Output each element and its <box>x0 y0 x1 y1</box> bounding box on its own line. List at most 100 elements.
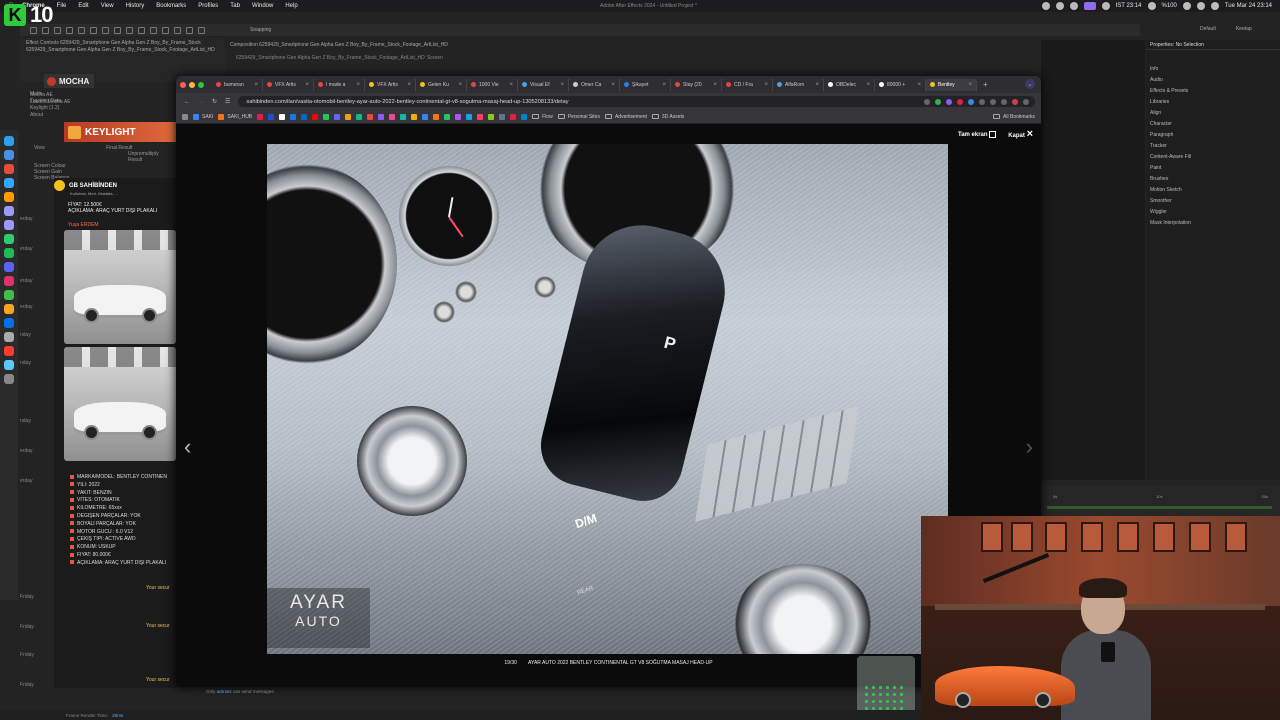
bentley-interior-photo[interactable]: P D/M REAR AYAR AUTO <box>267 144 948 654</box>
browser-tab[interactable]: CD / Fra × <box>722 78 773 91</box>
bookmark-favicon-icon[interactable] <box>290 113 297 120</box>
close-tab-icon[interactable]: × <box>305 82 309 88</box>
bookmark-favicon-icon[interactable] <box>378 113 385 120</box>
profile-avatar[interactable] <box>1012 98 1018 105</box>
panel-effects-presets[interactable]: Effects & Presets <box>1146 86 1280 97</box>
browser-tab[interactable]: Bentley × <box>926 78 977 91</box>
browser-tab[interactable]: 80000 + × <box>875 78 926 91</box>
snapping-toggle[interactable]: Snapping <box>250 27 271 33</box>
search-icon[interactable] <box>1196 2 1205 10</box>
menu-bookmarks[interactable]: Bookmarks <box>150 3 192 9</box>
bookmark-favicon-icon[interactable] <box>345 113 352 120</box>
bookmark-favicon-icon[interactable] <box>312 113 319 120</box>
timeline-ruler[interactable]: 0s 10s 20s <box>1041 486 1280 516</box>
roto-tool-icon[interactable] <box>186 26 193 34</box>
next-photo-arrow-icon[interactable]: › <box>1026 434 1033 460</box>
bookmark-favicon-icon[interactable] <box>499 113 506 120</box>
extension-icon[interactable] <box>946 98 952 105</box>
bookmark-favicon-icon[interactable] <box>466 113 473 120</box>
puzzle-icon[interactable] <box>979 98 985 105</box>
close-tab-icon[interactable]: × <box>917 82 921 88</box>
trash-icon[interactable] <box>4 374 14 384</box>
extension-icon[interactable] <box>957 98 963 105</box>
panel-tracker[interactable]: Tracker <box>1146 141 1280 152</box>
screen-share-icon[interactable] <box>1083 2 1096 10</box>
close-tab-icon[interactable]: × <box>968 82 972 88</box>
extension-icon[interactable] <box>968 98 974 105</box>
panel-paragraph[interactable]: Paragraph <box>1146 130 1280 141</box>
browser-tab[interactable]: AlfaRom × <box>773 78 824 91</box>
close-tab-icon[interactable]: × <box>764 82 768 88</box>
puppet-tool-icon[interactable] <box>198 26 205 34</box>
close-tab-icon[interactable]: × <box>407 82 411 88</box>
chrome-icon[interactable] <box>4 164 14 174</box>
wifi-icon[interactable] <box>1182 2 1191 10</box>
panel-wiggler[interactable]: Wiggler <box>1146 207 1280 218</box>
panel-info[interactable]: Info <box>1146 64 1280 75</box>
panel-paint[interactable]: Paint <box>1146 163 1280 174</box>
bookmark-folder-personal-sites[interactable]: Personal Sites <box>557 114 600 120</box>
car-photo-thumbnail[interactable] <box>64 230 176 344</box>
bookmark-favicon-icon[interactable] <box>510 113 517 120</box>
work-area-bar[interactable] <box>1047 506 1272 509</box>
all-bookmarks[interactable]: All Bookmarks <box>993 114 1035 120</box>
close-tab-icon[interactable]: × <box>509 82 513 88</box>
close-tab-icon[interactable]: × <box>254 82 258 88</box>
sidepanel-icon[interactable] <box>1001 98 1007 105</box>
fx-row-keylight[interactable]: Keylight (1.2) <box>30 105 180 112</box>
appstore-icon[interactable] <box>4 318 14 328</box>
close-tab-icon[interactable]: × <box>866 82 870 88</box>
screen-tab[interactable]: Screen <box>427 55 443 61</box>
bookmark-favicon-icon[interactable] <box>433 113 440 120</box>
address-bar[interactable]: sahibinden.com/ilan/vasita-otomobil-bent… <box>238 96 1035 107</box>
clone-tool-icon[interactable] <box>162 26 169 34</box>
close-tab-icon[interactable]: × <box>815 82 819 88</box>
new-tab-icon[interactable]: + <box>983 80 988 89</box>
menu-file[interactable]: File <box>51 3 73 9</box>
bookmark-favicon-icon[interactable] <box>334 113 341 120</box>
fx-row-about[interactable]: About <box>30 112 180 119</box>
minimize-window-icon[interactable] <box>189 81 195 88</box>
bookmark-favicon-icon[interactable] <box>367 113 374 120</box>
menu-edit[interactable]: Edit <box>72 3 94 9</box>
menu-date-time[interactable]: Tue Mar 24 23:14 <box>1225 3 1272 9</box>
bookmark-saki-hub[interactable]: SAKI_HUB <box>218 113 252 120</box>
mask-tool-icon[interactable] <box>114 26 121 34</box>
settings-icon[interactable] <box>4 332 14 342</box>
menu-help[interactable]: Help <box>279 3 303 9</box>
close-tab-icon[interactable]: × <box>458 82 462 88</box>
premiere-icon[interactable] <box>4 220 14 230</box>
kl-row-unpremultiply[interactable]: Unpremultiply Result <box>34 151 174 163</box>
record-icon[interactable] <box>1041 2 1050 10</box>
browser-tab[interactable]: Omer Ca × <box>569 78 620 91</box>
forward-icon[interactable]: → <box>198 99 204 105</box>
browser-tab[interactable]: bumeran × <box>212 78 263 91</box>
discord-icon[interactable] <box>4 262 14 272</box>
panel-character[interactable]: Character <box>1146 119 1280 130</box>
zoom-tool-icon[interactable] <box>66 26 73 34</box>
tab-search-icon[interactable]: ⌄ <box>1025 79 1035 89</box>
bookmark-saki[interactable]: SAKI <box>193 113 213 120</box>
control-center-icon[interactable] <box>1210 2 1219 10</box>
bookmark-favicon-icon[interactable] <box>279 113 286 120</box>
bookmark-folder-flow[interactable]: Flow <box>532 114 553 120</box>
workspace-default[interactable]: Default <box>1200 26 1216 32</box>
site-info-icon[interactable]: ☰ <box>225 98 230 105</box>
menu-profiles[interactable]: Profiles <box>192 3 224 9</box>
bluetooth-icon[interactable] <box>1147 2 1156 10</box>
pen-tool-icon[interactable] <box>126 26 133 34</box>
bookmark-favicon-icon[interactable] <box>422 113 429 120</box>
browser-tab[interactable]: VFX Artis × <box>365 78 416 91</box>
close-window-icon[interactable] <box>180 81 186 88</box>
bookmark-favicon-icon[interactable] <box>323 113 330 120</box>
bookmark-favicon-icon[interactable] <box>455 113 462 120</box>
pan-behind-icon[interactable] <box>102 26 109 34</box>
menu-view[interactable]: View <box>95 3 120 9</box>
more-menu-icon[interactable] <box>1023 98 1029 105</box>
brush-tool-icon[interactable] <box>150 26 157 34</box>
browser-tab[interactable]: Gelen Ku × <box>416 78 467 91</box>
panel-smoother[interactable]: Smoother <box>1146 196 1280 207</box>
bookmark-favicon-icon[interactable] <box>400 113 407 120</box>
apps-icon[interactable] <box>182 113 188 120</box>
browser-tab[interactable]: I made a × <box>314 78 365 91</box>
